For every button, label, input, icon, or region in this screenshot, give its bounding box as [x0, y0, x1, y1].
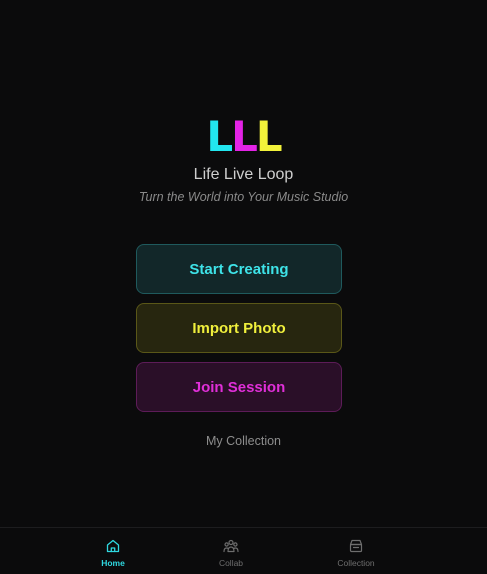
home-icon: [106, 539, 120, 553]
start-creating-label: Start Creating: [189, 260, 289, 278]
tab-home-label: Home: [101, 558, 125, 568]
tab-collab[interactable]: Collab: [171, 528, 291, 574]
bottom-tab-bar: Home Collab Collection: [0, 527, 487, 573]
join-session-button[interactable]: Join Session: [136, 362, 342, 412]
import-photo-button[interactable]: Import Photo: [136, 303, 342, 353]
logo-letter-2: L: [231, 112, 258, 161]
import-photo-label: Import Photo: [192, 319, 286, 337]
app-logo: LLL: [0, 112, 487, 162]
archive-icon: [349, 539, 363, 553]
app-name: Life Live Loop: [193, 166, 294, 183]
tab-collection-label: Collection: [337, 558, 375, 568]
join-session-label: Join Session: [192, 378, 286, 396]
home-screen: LLL Life Live Loop Turn the World into Y…: [0, 0, 487, 573]
users-icon: [223, 539, 239, 553]
logo-letter-3: L: [255, 112, 283, 161]
tab-collection[interactable]: Collection: [296, 528, 416, 574]
start-creating-button[interactable]: Start Creating: [136, 244, 342, 294]
tab-home[interactable]: Home: [53, 528, 173, 574]
my-collection-link[interactable]: My Collection: [0, 432, 487, 450]
tagline: Turn the World into Your Music Studio: [138, 190, 349, 204]
logo-letter-1: L: [206, 112, 233, 161]
tab-collab-label: Collab: [218, 558, 244, 568]
